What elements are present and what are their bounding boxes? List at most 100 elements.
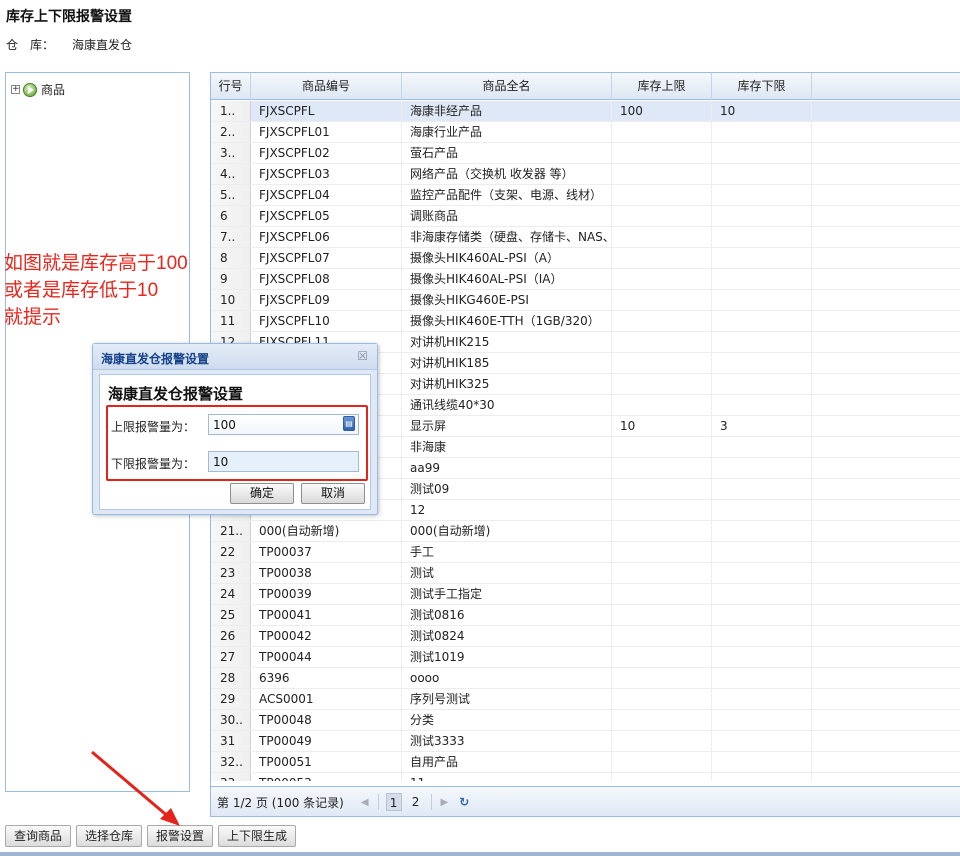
- upper-limit-cell[interactable]: [612, 122, 712, 142]
- table-row[interactable]: 6 FJXSCPFL05 调账商品: [211, 206, 960, 227]
- row-number-cell[interactable]: 28: [211, 668, 251, 688]
- product-code-cell[interactable]: FJXSCPFL: [251, 101, 402, 121]
- product-name-cell[interactable]: 摄像头HIK460AL-PSI（IA）: [402, 269, 612, 289]
- upper-limit-cell[interactable]: 10: [612, 416, 712, 436]
- table-row[interactable]: 4.. FJXSCPFL03 网络产品（交换机 收发器 等）: [211, 164, 960, 185]
- product-name-cell[interactable]: 对讲机HIK215: [402, 332, 612, 352]
- page-link-1[interactable]: 1: [385, 793, 402, 811]
- lower-limit-cell[interactable]: [712, 353, 812, 373]
- product-code-cell[interactable]: TP00038: [251, 563, 402, 583]
- lower-limit-cell[interactable]: [712, 689, 812, 709]
- upper-limit-cell[interactable]: [612, 605, 712, 625]
- upper-limit-cell[interactable]: 100: [612, 101, 712, 121]
- product-name-cell[interactable]: oooo: [402, 668, 612, 688]
- row-number-cell[interactable]: 5..: [211, 185, 251, 205]
- lower-limit-cell[interactable]: [712, 269, 812, 289]
- upper-limit-cell[interactable]: [612, 689, 712, 709]
- col-header-lower-limit[interactable]: 库存下限: [712, 73, 812, 100]
- close-icon[interactable]: ☒: [357, 349, 368, 363]
- generate-limits-button[interactable]: 上下限生成: [218, 825, 297, 847]
- product-code-cell[interactable]: FJXSCPFL05: [251, 206, 402, 226]
- product-code-cell[interactable]: FJXSCPFL10: [251, 311, 402, 331]
- product-name-cell[interactable]: 000(自动新增): [402, 521, 612, 541]
- lower-limit-cell[interactable]: [712, 626, 812, 646]
- lower-limit-cell[interactable]: [712, 773, 812, 781]
- upper-limit-cell[interactable]: [612, 458, 712, 478]
- lower-limit-cell[interactable]: 10: [712, 101, 812, 121]
- upper-limit-cell[interactable]: [612, 395, 712, 415]
- lower-limit-cell[interactable]: [712, 248, 812, 268]
- page-link-2[interactable]: 2: [408, 793, 424, 811]
- row-number-cell[interactable]: 1..: [211, 101, 251, 121]
- product-name-cell[interactable]: 网络产品（交换机 收发器 等）: [402, 164, 612, 184]
- table-row[interactable]: 27 TP00044 测试1019: [211, 647, 960, 668]
- product-code-cell[interactable]: FJXSCPFL09: [251, 290, 402, 310]
- upper-limit-cell[interactable]: [612, 311, 712, 331]
- table-row[interactable]: 1.. FJXSCPFL 海康非经产品 100 10: [211, 101, 960, 122]
- tree-expand-icon[interactable]: +: [11, 85, 20, 94]
- lower-limit-cell[interactable]: [712, 122, 812, 142]
- table-row[interactable]: 10 FJXSCPFL09 摄像头HIKG460E-PSI: [211, 290, 960, 311]
- product-name-cell[interactable]: 非海康存储类（硬盘、存储卡、NAS、: [402, 227, 612, 247]
- upper-limit-cell[interactable]: [612, 542, 712, 562]
- row-number-cell[interactable]: 10: [211, 290, 251, 310]
- upper-limit-cell[interactable]: [612, 269, 712, 289]
- upper-limit-cell[interactable]: [612, 227, 712, 247]
- row-number-cell[interactable]: 24: [211, 584, 251, 604]
- lower-limit-cell[interactable]: [712, 395, 812, 415]
- row-number-cell[interactable]: 30..: [211, 710, 251, 730]
- lower-limit-cell[interactable]: [712, 668, 812, 688]
- lower-limit-cell[interactable]: [712, 311, 812, 331]
- table-row[interactable]: 26 TP00042 测试0824: [211, 626, 960, 647]
- product-name-cell[interactable]: 摄像头HIKG460E-PSI: [402, 290, 612, 310]
- lower-limit-cell[interactable]: [712, 143, 812, 163]
- lower-limit-cell[interactable]: [712, 521, 812, 541]
- prev-page-icon[interactable]: ◀: [361, 797, 369, 808]
- lower-limit-cell[interactable]: [712, 710, 812, 730]
- product-name-cell[interactable]: 12: [402, 500, 612, 520]
- product-name-cell[interactable]: 摄像头HIK460AL-PSI（A）: [402, 248, 612, 268]
- upper-limit-cell[interactable]: [612, 479, 712, 499]
- product-name-cell[interactable]: 测试1019: [402, 647, 612, 667]
- product-name-cell[interactable]: 测试手工指定: [402, 584, 612, 604]
- product-code-cell[interactable]: ACS0001: [251, 689, 402, 709]
- table-row[interactable]: 30.. TP00048 分类: [211, 710, 960, 731]
- product-code-cell[interactable]: TP00048: [251, 710, 402, 730]
- row-number-cell[interactable]: 27: [211, 647, 251, 667]
- product-code-cell[interactable]: TP00053: [251, 773, 402, 781]
- row-number-cell[interactable]: 22: [211, 542, 251, 562]
- col-header-upper-limit[interactable]: 库存上限: [612, 73, 712, 100]
- lower-limit-cell[interactable]: [712, 332, 812, 352]
- row-number-cell[interactable]: 26: [211, 626, 251, 646]
- table-row[interactable]: 23 TP00038 测试: [211, 563, 960, 584]
- upper-limit-cell[interactable]: [612, 500, 712, 520]
- upper-limit-cell[interactable]: [612, 668, 712, 688]
- upper-limit-cell[interactable]: [612, 584, 712, 604]
- table-row[interactable]: 25 TP00041 测试0816: [211, 605, 960, 626]
- product-code-cell[interactable]: TP00051: [251, 752, 402, 772]
- product-name-cell[interactable]: 通讯线缆40*30: [402, 395, 612, 415]
- product-code-cell[interactable]: FJXSCPFL08: [251, 269, 402, 289]
- next-page-icon[interactable]: ▶: [441, 797, 449, 808]
- upper-limit-cell[interactable]: [612, 332, 712, 352]
- product-name-cell[interactable]: 测试: [402, 563, 612, 583]
- table-row[interactable]: 32.. TP00051 自用产品: [211, 752, 960, 773]
- product-name-cell[interactable]: 手工: [402, 542, 612, 562]
- row-number-cell[interactable]: 29: [211, 689, 251, 709]
- lower-limit-cell[interactable]: [712, 563, 812, 583]
- product-name-cell[interactable]: 11: [402, 773, 612, 781]
- product-code-cell[interactable]: FJXSCPFL07: [251, 248, 402, 268]
- table-row[interactable]: 33TP0005311: [211, 773, 960, 781]
- product-name-cell[interactable]: aa99: [402, 458, 612, 478]
- upper-limit-cell[interactable]: [612, 773, 712, 781]
- table-row[interactable]: 2.. FJXSCPFL01 海康行业产品: [211, 122, 960, 143]
- lower-limit-cell[interactable]: [712, 458, 812, 478]
- product-name-cell[interactable]: 序列号测试: [402, 689, 612, 709]
- product-code-cell[interactable]: FJXSCPFL03: [251, 164, 402, 184]
- product-code-cell[interactable]: TP00037: [251, 542, 402, 562]
- table-row[interactable]: 29 ACS0001 序列号测试: [211, 689, 960, 710]
- lower-limit-cell[interactable]: [712, 227, 812, 247]
- row-number-cell[interactable]: 25: [211, 605, 251, 625]
- row-number-cell[interactable]: 31: [211, 731, 251, 751]
- upper-limit-cell[interactable]: [612, 164, 712, 184]
